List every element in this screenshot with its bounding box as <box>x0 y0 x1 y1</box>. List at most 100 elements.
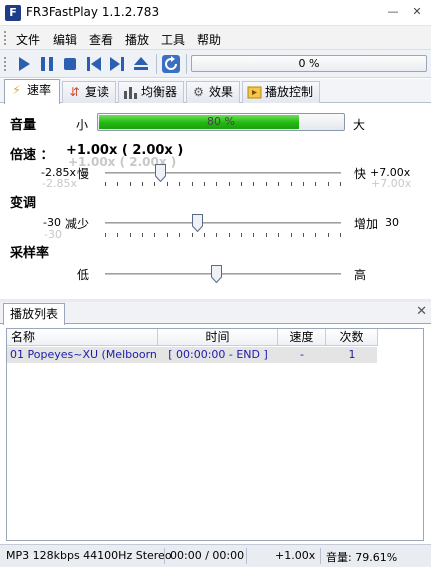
slider-tick <box>105 182 106 186</box>
tab-playlist[interactable]: 播放列表 <box>3 303 66 325</box>
menu-play[interactable]: 播放 <box>125 31 149 48</box>
status-separator <box>246 548 247 564</box>
previous-icon[interactable] <box>84 54 104 74</box>
speed-slow-label: 慢 <box>77 167 90 181</box>
slider-tick <box>241 182 242 186</box>
play-icon[interactable] <box>14 54 34 74</box>
playlist-table: 名称 时间 速度 次数 01 Popeyes~XU (Melboorn) - P… <box>6 328 424 541</box>
tab-label: 播放控制 <box>265 85 314 99</box>
tab-effects[interactable]: ⚙ 效果 <box>186 81 240 103</box>
slider-tick <box>291 233 292 237</box>
menu-edit[interactable]: 编辑 <box>53 31 77 48</box>
status-speed: +1.00x <box>275 549 316 562</box>
status-volume: 音量: 79.61% <box>326 551 398 564</box>
slider-tick <box>167 182 168 186</box>
volume-low-label: 小 <box>76 118 89 132</box>
slider-tick <box>142 182 143 186</box>
tab-repeat[interactable]: ⇵ 复读 <box>62 81 116 103</box>
pause-icon[interactable] <box>37 54 57 74</box>
column-speed[interactable]: 速度 <box>278 329 326 346</box>
menu-view[interactable]: 查看 <box>89 31 113 48</box>
equalizer-icon <box>123 85 138 100</box>
stop-icon[interactable] <box>60 54 80 74</box>
slider-tick <box>266 233 267 237</box>
speed-label: 倍速 ： <box>10 148 54 163</box>
column-count[interactable]: 次数 <box>326 329 378 346</box>
slider-tick <box>192 233 193 237</box>
close-button[interactable]: ✕ <box>407 2 427 22</box>
status-time: 00:00 / 00:00 <box>170 549 245 562</box>
minimize-button[interactable]: — <box>383 2 403 22</box>
tab-speed[interactable]: ⚡ 速率 <box>4 79 60 104</box>
refresh-icon[interactable] <box>161 54 181 74</box>
speed-slider-thumb[interactable] <box>155 164 166 183</box>
sample-rate-slider-track[interactable] <box>105 273 341 275</box>
speed-max-value: +7.00x <box>370 166 411 179</box>
tab-equalizer[interactable]: 均衡器 <box>118 81 184 103</box>
tab-bar: ⚡ 速率 ⇵ 复读 均衡器 ⚙ 效果 播放控制 <box>0 79 431 104</box>
toolbar-grip-icon <box>4 57 7 71</box>
lightning-icon: ⚡ <box>12 83 21 97</box>
speed-value: +1.00x ( 2.00x ) <box>66 143 184 158</box>
volume-high-label: 大 <box>353 118 366 132</box>
slider-tick <box>130 182 131 186</box>
slider-tick <box>154 233 155 237</box>
speed-slider-track[interactable] <box>105 172 341 174</box>
menu-bar: 文件 编辑 查看 播放 工具 帮助 <box>0 26 431 50</box>
tab-label: 速率 <box>27 83 52 97</box>
slider-tick <box>278 233 279 237</box>
slider-tick <box>167 233 168 237</box>
slider-tick <box>315 182 316 186</box>
pitch-label: 变调 <box>10 196 37 211</box>
playback-control-icon <box>247 85 262 100</box>
close-icon[interactable]: ✕ <box>416 304 427 319</box>
row-count: 1 <box>348 348 356 361</box>
volume-bar[interactable]: 80 % <box>97 113 345 131</box>
sample-rate-low-label: 低 <box>77 268 90 282</box>
tab-label: 均衡器 <box>141 85 178 99</box>
slider-tick <box>179 233 180 237</box>
next-icon[interactable] <box>107 54 127 74</box>
column-name[interactable]: 名称 <box>7 329 158 346</box>
pitch-slider-track[interactable] <box>105 222 341 224</box>
pitch-decrease-label: 减少 <box>65 217 90 231</box>
slider-tick <box>253 233 254 237</box>
title-bar: F FR3FastPlay 1.1.2.783 — ✕ <box>0 0 431 26</box>
tab-label: 复读 <box>85 85 110 99</box>
menu-tools[interactable]: 工具 <box>161 31 185 48</box>
playback-progress-bar[interactable]: 0 % <box>191 55 427 72</box>
sample-rate-high-label: 高 <box>354 268 367 282</box>
status-format: MP3 128kbps 44100Hz Stereo <box>6 549 172 562</box>
tab-playback-control[interactable]: 播放控制 <box>242 81 320 103</box>
slider-tick <box>229 233 230 237</box>
eject-icon[interactable] <box>131 54 151 74</box>
speed-fast-label: 快 <box>354 167 367 181</box>
menu-file[interactable]: 文件 <box>16 31 40 48</box>
slider-tick <box>117 182 118 186</box>
table-row[interactable]: 01 Popeyes~XU (Melboorn) - P [ 00:00:00 … <box>7 347 377 363</box>
pitch-min-value: -30 <box>43 216 61 229</box>
slider-tick <box>117 233 118 237</box>
slider-tick <box>105 233 106 237</box>
slider-tick <box>253 182 254 186</box>
slider-tick <box>192 182 193 186</box>
slider-tick <box>303 182 304 186</box>
status-separator <box>164 548 165 564</box>
slider-tick <box>340 182 341 186</box>
pitch-max-value: 30 <box>385 216 399 229</box>
slider-tick <box>315 233 316 237</box>
volume-label: 音量 <box>10 118 37 133</box>
slider-tick <box>241 233 242 237</box>
slider-tick <box>204 182 205 186</box>
slider-tick <box>142 233 143 237</box>
toolbar-separator <box>156 54 157 74</box>
sample-rate-slider-thumb[interactable] <box>211 265 222 284</box>
pitch-slider-thumb[interactable] <box>192 214 203 233</box>
slider-tick <box>216 233 217 237</box>
toolbar-separator <box>186 54 187 74</box>
playlist-header: 播放列表 ✕ <box>0 302 431 325</box>
slider-tick <box>179 182 180 186</box>
app-logo-icon: F <box>5 5 21 21</box>
column-time[interactable]: 时间 <box>158 329 278 346</box>
menu-help[interactable]: 帮助 <box>197 31 221 48</box>
